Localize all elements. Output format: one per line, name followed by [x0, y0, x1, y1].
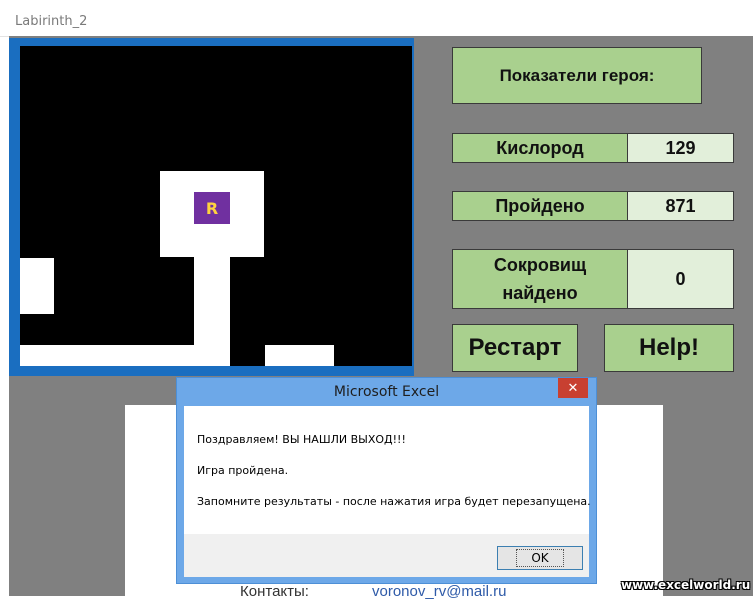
restart-button[interactable]: Рестарт [452, 324, 578, 372]
oxygen-label: Кислород [496, 137, 584, 158]
help-button-label: Help! [639, 334, 699, 361]
oxygen-value-cell: 129 [627, 133, 734, 163]
passed-label-cell: Пройдено [452, 191, 628, 221]
dialog-message-1: Поздравляем! ВЫ НАШЛИ ВЫХОД!!! [197, 433, 406, 446]
dialog-body: Поздравляем! ВЫ НАШЛИ ВЫХОД!!! Игра прой… [184, 406, 591, 534]
maze-board: R [20, 46, 412, 366]
treasure-label-cell: Сокровищ найдено [452, 249, 628, 309]
oxygen-value: 129 [665, 137, 696, 158]
stats-header-label: Показатели героя: [499, 65, 655, 85]
close-glyph: ✕ [567, 380, 579, 396]
message-dialog: Microsoft Excel ✕ Поздравляем! ВЫ НАШЛИ … [176, 377, 597, 584]
stats-header: Показатели героя: [452, 47, 702, 104]
dialog-footer: OK [184, 534, 589, 577]
window-title: Labirinth_2 [15, 14, 88, 29]
maze-path [265, 345, 334, 366]
contacts-email-link[interactable]: voronov_rv@mail.ru [372, 583, 506, 600]
site-watermark: www.excelworld.ru [621, 578, 751, 592]
help-button[interactable]: Help! [604, 324, 734, 372]
passed-value-cell: 871 [627, 191, 734, 221]
passed-value: 871 [665, 195, 696, 216]
passed-label: Пройдено [495, 195, 585, 216]
treasure-value: 0 [675, 268, 686, 289]
contacts-label: Контакты: [240, 583, 309, 600]
oxygen-label-cell: Кислород [452, 133, 628, 163]
maze-path [20, 345, 230, 366]
close-icon[interactable]: ✕ [558, 378, 588, 398]
dialog-message-3: Запомните результаты - после нажатия игр… [197, 495, 591, 508]
ok-button-label: OK [516, 549, 564, 567]
maze-path [20, 258, 54, 314]
restart-button-label: Рестарт [468, 334, 562, 361]
maze-frame: R [9, 38, 414, 376]
treasure-label-line2: найдено [502, 283, 578, 303]
treasure-label-line1: Сокровищ [493, 255, 587, 275]
dialog-message-2: Игра пройдена. [197, 464, 289, 477]
ok-button[interactable]: OK [497, 546, 583, 570]
window-titlebar: Labirinth_2 [0, 0, 753, 37]
treasure-value-cell: 0 [627, 249, 734, 309]
dialog-title: Microsoft Excel [333, 384, 440, 400]
hero-marker: R [194, 192, 230, 224]
